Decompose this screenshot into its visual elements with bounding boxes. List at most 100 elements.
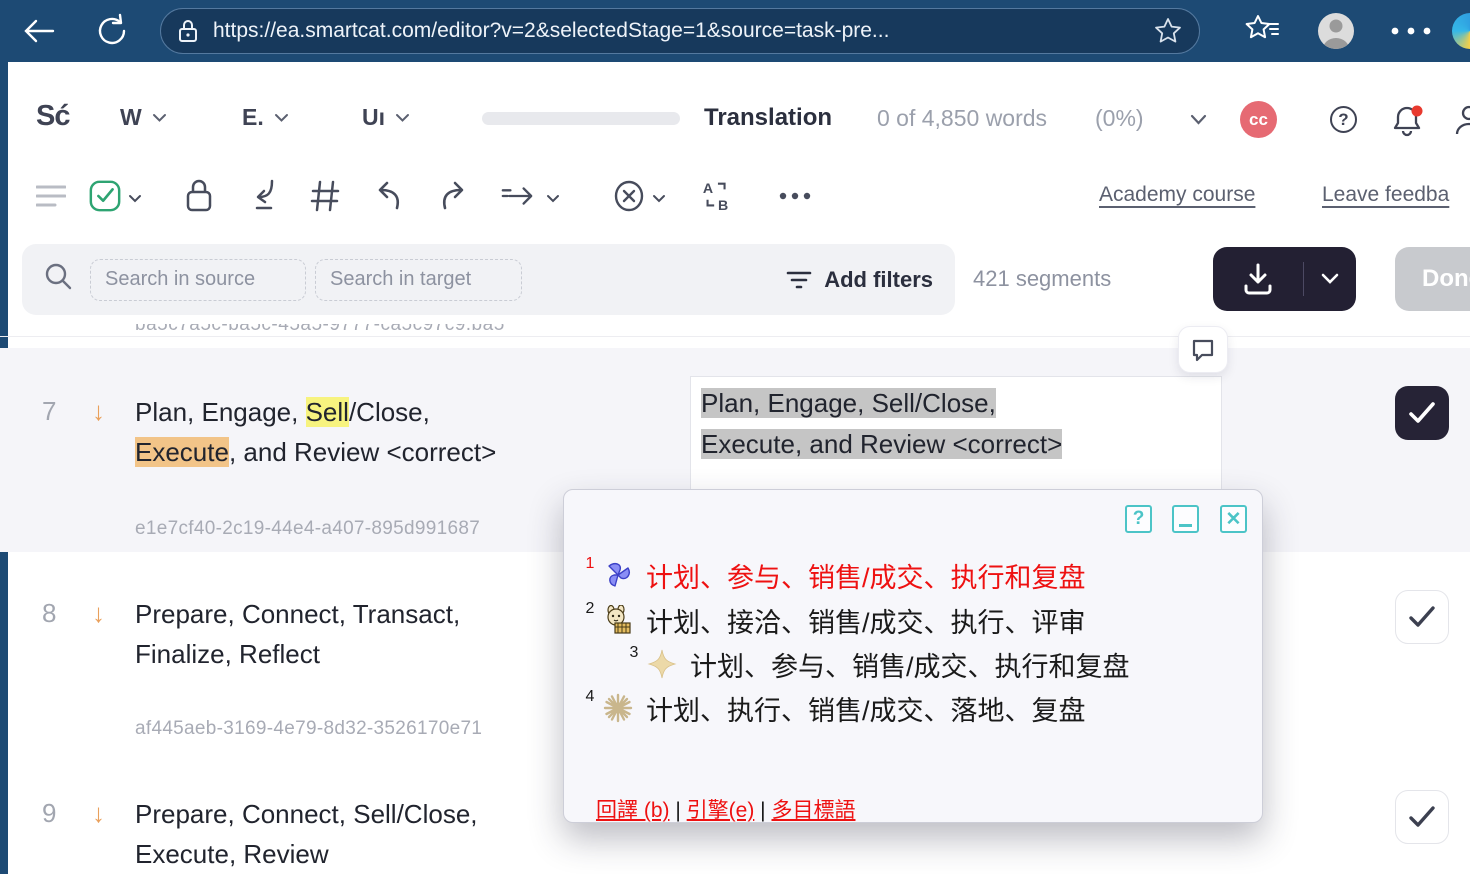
source-cell[interactable]: Prepare, Connect, Transact, Finalize, Re… [135, 594, 460, 674]
stage-arrow-icon: ↓ [92, 396, 105, 427]
profile-avatar[interactable] [1318, 13, 1354, 49]
user-avatar[interactable]: cc [1240, 101, 1277, 138]
word-count: 0 of 4,850 words [877, 105, 1047, 132]
url-text[interactable]: https://ea.smartcat.com/editor?v=2&selec… [213, 19, 889, 43]
minimize-icon [1179, 524, 1192, 527]
svg-text:B: B [718, 198, 728, 214]
goto-chevron-icon[interactable] [546, 190, 560, 208]
transliterate-icon[interactable]: AB [700, 178, 734, 214]
browser-toolbar: https://ea.smartcat.com/editor?v=2&selec… [0, 0, 1470, 62]
menu-ui[interactable]: Uı [362, 104, 410, 131]
stage-arrow-icon: ↓ [92, 598, 105, 629]
check-icon [1407, 400, 1437, 426]
filter-icon [786, 269, 812, 291]
source-cell[interactable]: Prepare, Connect, Sell/Close, Execute, R… [135, 794, 478, 874]
stage-title: Translation [704, 104, 832, 132]
download-icon[interactable] [1213, 262, 1303, 296]
engine-pinwheel-icon [602, 559, 634, 591]
popup-minimize-button[interactable] [1172, 505, 1199, 533]
lock-segment-icon[interactable] [182, 178, 216, 214]
segment-id: e1e7cf40-2c19-44e4-a407-895d991687 [135, 518, 480, 540]
revert-chevron-icon[interactable] [652, 190, 666, 208]
chevron-down-icon [152, 113, 167, 123]
progress-percent: (0%) [1095, 105, 1144, 132]
search-in-target-input[interactable] [315, 259, 522, 301]
engine-sparkle-icon [646, 648, 678, 680]
academy-course-link[interactable]: Academy course [1099, 183, 1255, 207]
stage-arrow-icon: ↓ [92, 798, 105, 829]
svg-text:A: A [703, 181, 713, 197]
suggestion-item[interactable]: 1 计划、参与、销售/成交、执行和复盘 [582, 553, 1242, 597]
previous-segment-id-clipped: ba5c7a5c-ba5c-45a5-9777-ca5c97c9.ba5 [135, 324, 695, 336]
source-cell[interactable]: Plan, Engage, Sell/Close, Execute, and R… [135, 392, 496, 472]
back-icon[interactable] [22, 15, 56, 47]
account-person-icon[interactable] [1454, 104, 1470, 141]
target-cell[interactable]: Plan, Engage, Sell/Close, Execute, and R… [690, 376, 1222, 492]
leave-feedback-link[interactable]: Leave feedba [1322, 183, 1449, 207]
translation-suggestions-popup: ? ✕ 1 计划、参与、销售/成交、执行和复盘 2 计划、接洽、销售/成交、执行… [563, 489, 1263, 823]
check-icon [1407, 604, 1437, 630]
search-icon [44, 262, 74, 297]
chevron-down-icon [395, 113, 410, 123]
selected-text: Execute, and Review <correct> [701, 429, 1062, 459]
popup-close-button[interactable]: ✕ [1220, 505, 1247, 533]
redo-icon[interactable] [436, 178, 470, 214]
chevron-down-icon [274, 113, 289, 123]
browser-extension-icon[interactable] [1452, 13, 1470, 49]
highlight-yellow: Sell [306, 397, 349, 427]
download-chevron-icon[interactable] [1304, 273, 1356, 285]
segment-number: 7 [42, 396, 56, 427]
search-in-source-input[interactable] [90, 259, 306, 301]
selected-text: Plan, Engage, Sell/Close, [701, 388, 996, 418]
confirm-checkbox-9[interactable] [1395, 790, 1449, 844]
menu-editor[interactable]: E. [242, 104, 289, 131]
highlight-orange: Execute [135, 437, 229, 467]
confirm-checkbox-7[interactable] [1395, 386, 1449, 440]
suggestion-item[interactable]: 4 计划、执行、销售/成交、落地、复盘 [582, 686, 1242, 730]
undo-icon[interactable] [372, 178, 406, 214]
collections-star-icon[interactable] [1244, 14, 1282, 48]
editor-window: https://ea.smartcat.com/editor?v=2&selec… [0, 0, 1470, 874]
engine-starburst-icon [602, 692, 634, 724]
site-lock-icon[interactable] [177, 18, 199, 44]
segment-id: af445aeb-3169-4e79-8d32-3526170e71 [135, 718, 482, 740]
check-icon [1407, 804, 1437, 830]
menu-workspace[interactable]: W [120, 104, 167, 131]
revert-segment-icon[interactable] [612, 178, 646, 214]
search-filter-bar: Add filters [22, 244, 955, 315]
segment-list-icon[interactable] [34, 178, 68, 214]
multi-target-link[interactable]: 多目標語 [771, 799, 855, 822]
back-translate-link[interactable]: 回譯 (b) [596, 799, 670, 822]
tags-icon[interactable] [308, 178, 342, 214]
notifications-bell-icon[interactable] [1388, 102, 1426, 145]
comment-bubble-button[interactable] [1178, 326, 1228, 373]
num-wrap [582, 648, 614, 680]
add-filters-button[interactable]: Add filters [786, 267, 933, 293]
engines-link[interactable]: 引擎(e) [687, 799, 755, 822]
suggestion-item[interactable]: 3 计划、参与、销售/成交、执行和复盘 [582, 642, 1242, 686]
suggestion-item[interactable]: 2 计划、接洽、销售/成交、执行、评审 [582, 598, 1242, 642]
bookmark-star-icon[interactable] [1153, 16, 1183, 46]
done-button[interactable]: Done [1395, 247, 1470, 311]
confirm-chevron-icon[interactable] [128, 190, 142, 208]
address-bar[interactable]: https://ea.smartcat.com/editor?v=2&selec… [160, 8, 1200, 54]
browser-menu-icon[interactable] [1390, 26, 1432, 36]
stage-chevron-icon[interactable] [1190, 113, 1207, 131]
popup-help-button[interactable]: ? [1125, 505, 1152, 533]
popup-links: 回譯 (b) | 引擎(e) | 多目標語 [596, 794, 855, 824]
help-icon[interactable]: ? [1330, 106, 1357, 133]
engine-mascot-icon [602, 604, 634, 636]
segments-count: 421 segments [973, 266, 1111, 292]
copy-source-icon[interactable] [246, 178, 280, 214]
more-actions-icon[interactable] [778, 178, 812, 214]
smartcat-logo[interactable]: Sć [36, 100, 69, 133]
comment-icon [1190, 337, 1216, 363]
document-progress-bar [482, 112, 680, 125]
goto-next-icon[interactable] [500, 178, 534, 214]
segment-number: 9 [42, 798, 56, 829]
confirm-segment-icon[interactable] [88, 178, 122, 214]
row-divider [0, 336, 1470, 337]
confirm-checkbox-8[interactable] [1395, 590, 1449, 644]
download-split-button[interactable] [1213, 247, 1356, 311]
refresh-icon[interactable] [95, 13, 129, 49]
